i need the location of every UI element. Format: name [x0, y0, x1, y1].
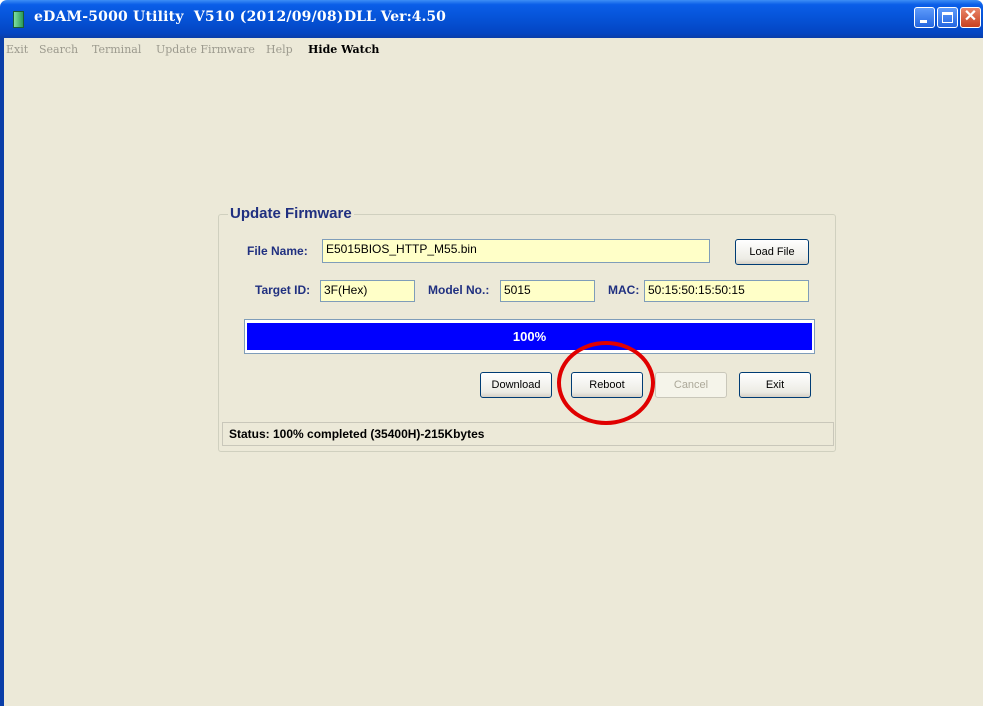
- progress-label: 100%: [512, 329, 547, 344]
- menu-exit[interactable]: Exit: [6, 43, 28, 56]
- title-bar[interactable]: eDAM-5000 Utility V510 (2012/09/08) DLL …: [0, 0, 983, 38]
- load-file-button[interactable]: Load File: [735, 239, 809, 265]
- minimize-button[interactable]: [914, 7, 935, 28]
- model-no-label: Model No.:: [428, 283, 490, 297]
- menu-hide-watch[interactable]: Hide Watch: [308, 43, 379, 56]
- menu-terminal[interactable]: Terminal: [92, 43, 141, 56]
- model-no-field[interactable]: 5015: [500, 280, 595, 302]
- menu-help[interactable]: Help: [266, 43, 293, 56]
- reboot-button[interactable]: Reboot: [571, 372, 643, 398]
- maximize-icon: [942, 12, 953, 23]
- target-id-field[interactable]: 3F(Hex): [320, 280, 415, 302]
- mac-field[interactable]: 50:15:50:15:50:15: [644, 280, 809, 302]
- cancel-button[interactable]: Cancel: [655, 372, 727, 398]
- group-title: Update Firmware: [228, 205, 354, 222]
- close-button[interactable]: ✕: [960, 7, 981, 28]
- minimize-icon: [920, 20, 927, 23]
- file-name-label: File Name:: [247, 244, 308, 258]
- exit-button[interactable]: Exit: [739, 372, 811, 398]
- status-text: Status: 100% completed (35400H)-215Kbyte…: [229, 427, 485, 441]
- dll-version: DLL Ver:4.50: [344, 9, 446, 25]
- maximize-button[interactable]: [937, 7, 958, 28]
- close-icon: ✕: [963, 8, 978, 25]
- target-id-label: Target ID:: [255, 283, 311, 297]
- file-name-field[interactable]: E5015BIOS_HTTP_M55.bin: [322, 239, 710, 263]
- window-title: eDAM-5000 Utility V510 (2012/09/08): [34, 9, 344, 25]
- status-bar: Status: 100% completed (35400H)-215Kbyte…: [222, 422, 834, 446]
- menu-search[interactable]: Search: [39, 43, 78, 56]
- application-window: eDAM-5000 Utility V510 (2012/09/08) DLL …: [0, 0, 983, 706]
- menu-update-firmware[interactable]: Update Firmware: [156, 43, 255, 56]
- progress-bar: 100%: [244, 319, 815, 354]
- app-icon: [13, 11, 24, 28]
- mac-label: MAC:: [608, 283, 640, 297]
- menu-bar: Exit Search Terminal Update Firmware Hel…: [0, 38, 983, 62]
- download-button[interactable]: Download: [480, 372, 552, 398]
